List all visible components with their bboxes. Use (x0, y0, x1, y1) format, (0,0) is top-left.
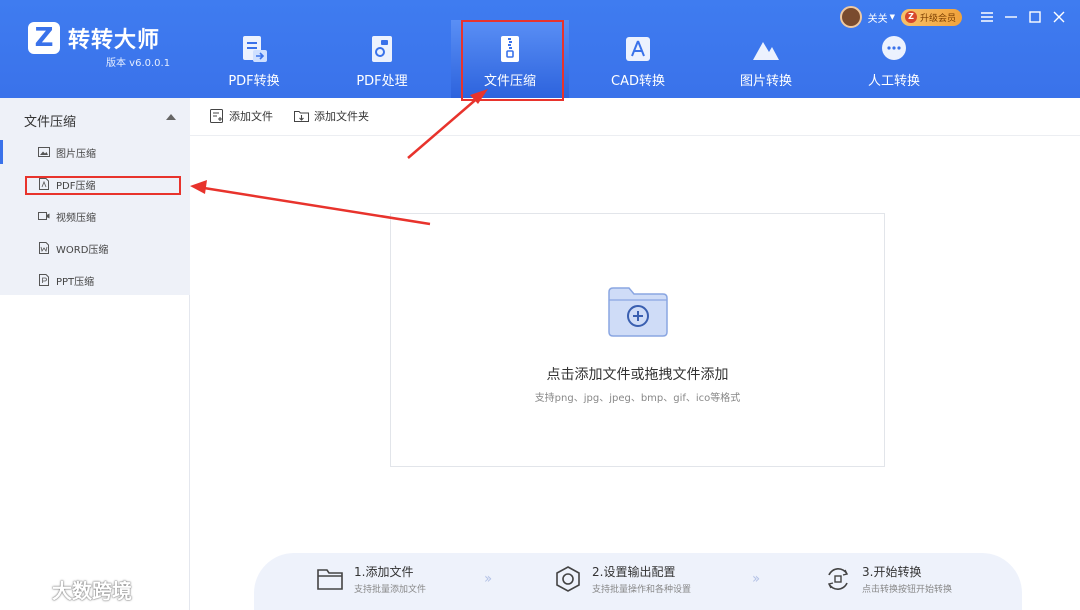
upgrade-vip-button[interactable]: Z 升级会员 (900, 8, 962, 26)
tab-label: 图片转换 (739, 74, 792, 89)
tab-label: 文件压缩 (483, 74, 536, 89)
sidebar-item-pdf-compress[interactable]: PDF压缩 (0, 168, 190, 200)
tab-label: PDF处理 (356, 74, 408, 89)
file-drop-zone[interactable]: 点击添加文件或拖拽文件添加 支持png、jpg、jpeg、bmp、gif、ico… (390, 213, 885, 467)
sidebar-item-label: PPT压缩 (56, 277, 95, 288)
toolbar: 添加文件 添加文件夹 (190, 98, 1080, 136)
step-output-settings: 2.设置输出配置 支持批量操作和各种设置 (554, 563, 691, 595)
active-indicator (0, 140, 3, 164)
tab-cad-convert[interactable]: CAD转换 (579, 20, 697, 98)
hamburger-icon (981, 12, 993, 22)
tab-pdf-convert[interactable]: PDF转换 (195, 20, 313, 98)
add-folder-icon (294, 111, 309, 122)
tab-file-compress[interactable]: 文件压缩 (451, 20, 569, 98)
step-desc: 支持批量添加文件 (354, 585, 427, 595)
caret-up-icon[interactable] (166, 114, 176, 120)
sidebar-item-label: PDF压缩 (56, 181, 96, 192)
tab-label: 人工转换 (867, 74, 920, 89)
sidebar-title[interactable]: 文件压缩 (24, 111, 76, 130)
app-version: 版本 v6.0.0.1 (106, 58, 171, 69)
cad-icon (626, 37, 650, 61)
minimize-icon (1005, 16, 1017, 18)
tab-label: PDF转换 (228, 74, 280, 89)
word-icon (39, 242, 49, 254)
pdf-convert-icon (243, 36, 267, 62)
minimize-button[interactable] (1000, 6, 1022, 28)
manual-convert-icon (882, 36, 906, 60)
sidebar-item-label: 图片压缩 (56, 149, 96, 160)
app-header: Z 转转大师 版本 v6.0.0.1 PDF转换 PDF处理 文件压缩 CAD转… (0, 0, 1080, 98)
avatar[interactable] (839, 6, 862, 28)
app-name: 转转大师 (68, 28, 161, 53)
image-icon (38, 147, 50, 157)
watermark-logo-icon (10, 580, 47, 599)
chevron-down-icon[interactable]: ▼ (890, 13, 895, 21)
user-name[interactable]: 关关 (868, 10, 888, 25)
step-title: 3.开始转换 (862, 565, 922, 579)
drop-zone-title: 点击添加文件或拖拽文件添加 (546, 367, 729, 383)
window-topbar: 关关 ▼ Z 升级会员 (839, 6, 1070, 28)
vip-z-icon: Z (904, 11, 917, 23)
tab-image-convert[interactable]: 图片转换 (707, 20, 825, 98)
add-file-label: 添加文件 (229, 110, 273, 123)
sidebar-item-label: 视频压缩 (56, 213, 96, 224)
tab-pdf-process[interactable]: PDF处理 (323, 20, 441, 98)
ppt-icon (39, 274, 49, 286)
step-title: 1.添加文件 (354, 565, 414, 579)
vip-label: 升级会员 (919, 13, 956, 24)
zip-icon (501, 36, 519, 62)
double-chevron-icon: ›› (752, 571, 760, 587)
pdf-icon (39, 178, 49, 190)
drop-zone-subtitle: 支持png、jpg、jpeg、bmp、gif、ico等格式 (534, 393, 741, 404)
menu-button[interactable] (976, 6, 998, 28)
maximize-button[interactable] (1024, 6, 1046, 28)
maximize-icon (1029, 11, 1041, 23)
sidebar-item-image-compress[interactable]: 图片压缩 (0, 136, 190, 168)
app-logo-icon: Z (28, 22, 60, 54)
step-start-convert: 3.开始转换 点击转换按钮开始转换 (824, 563, 952, 595)
step-desc: 点击转换按钮开始转换 (862, 585, 953, 595)
tab-label: CAD转换 (611, 74, 665, 89)
sidebar-item-word-compress[interactable]: WORD压缩 (0, 232, 190, 264)
sidebar-item-ppt-compress[interactable]: PPT压缩 (0, 264, 190, 296)
step-title: 2.设置输出配置 (592, 565, 676, 579)
folder-icon (317, 569, 343, 590)
tab-manual-convert[interactable]: 人工转换 (835, 20, 953, 98)
add-folder-label: 添加文件夹 (314, 110, 369, 123)
add-folder-plus-icon (608, 287, 668, 337)
watermark: 大数跨境 (8, 575, 132, 604)
close-button[interactable] (1048, 6, 1070, 28)
sidebar-item-video-compress[interactable]: 视频压缩 (0, 200, 190, 232)
step-desc: 支持批量操作和各种设置 (592, 585, 692, 595)
sidebar-item-label: WORD压缩 (56, 245, 109, 256)
pdf-process-icon (372, 36, 392, 62)
add-file-icon (210, 109, 223, 123)
steps-panel: 1.添加文件 支持批量添加文件 ›› 2.设置输出配置 支持批量操作和各种设置 … (254, 553, 1022, 610)
image-convert-icon (753, 42, 779, 60)
watermark-text: 大数跨境 (52, 579, 132, 603)
double-chevron-icon: ›› (484, 571, 492, 587)
close-icon (1053, 11, 1065, 23)
settings-icon (556, 566, 580, 592)
step-add-file: 1.添加文件 支持批量添加文件 (316, 563, 426, 595)
convert-icon (827, 568, 849, 590)
video-icon (38, 212, 50, 220)
add-folder-button[interactable]: 添加文件夹 (294, 108, 369, 124)
add-file-button[interactable]: 添加文件 (210, 108, 273, 124)
